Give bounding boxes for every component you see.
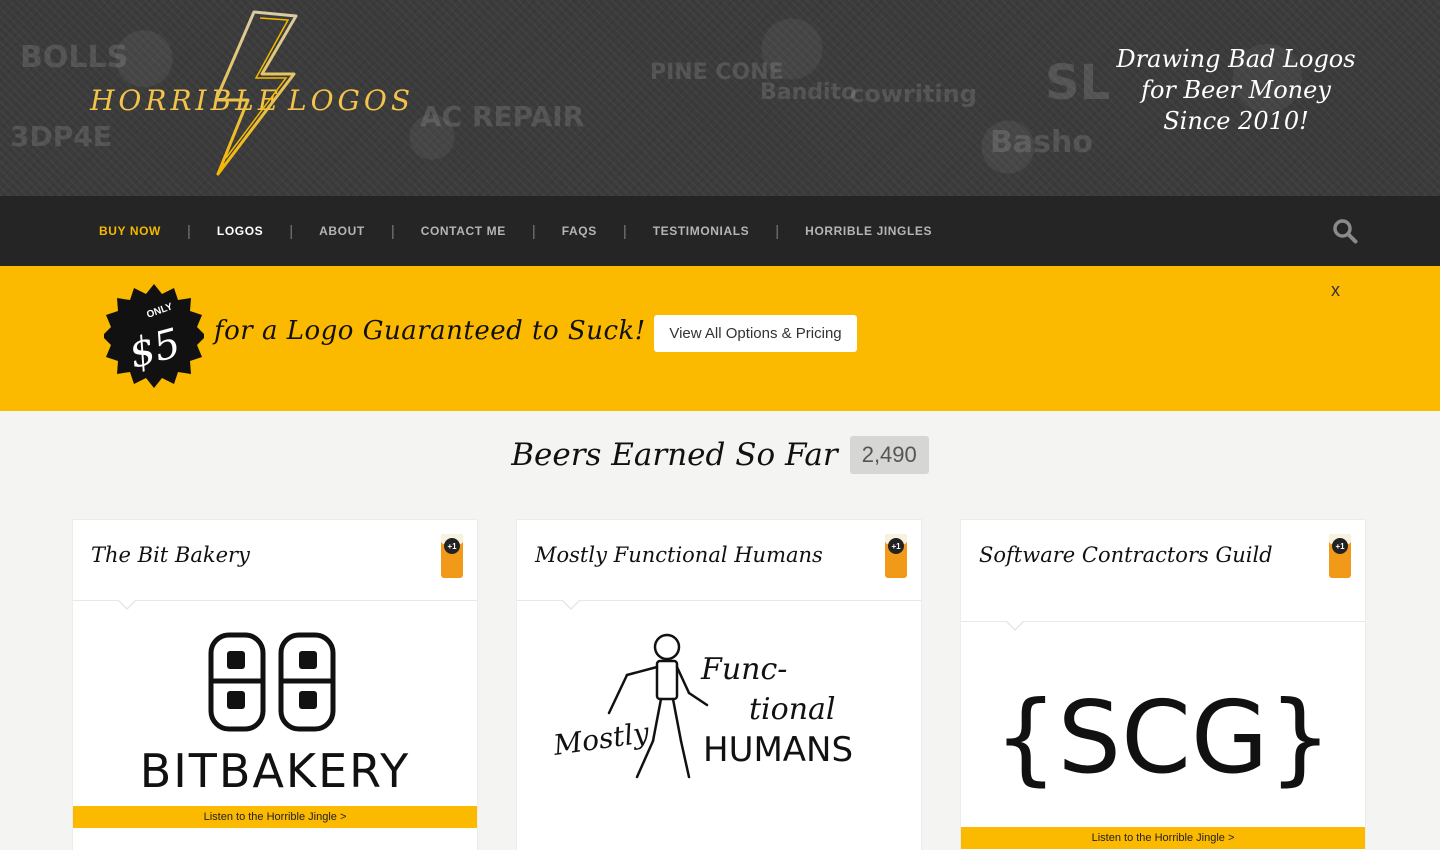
nav-divider: |: [186, 222, 191, 240]
promo-banner: ONLY $5 for a Logo Guaranteed to Suck! V…: [0, 266, 1440, 411]
card-title[interactable]: The Bit Bakery: [91, 544, 397, 566]
plus-one-label: +1: [447, 542, 457, 551]
beers-count-badge: 2,490: [849, 436, 929, 474]
art-word-mostly: Mostly: [550, 716, 652, 762]
nav-divider: |: [289, 222, 294, 240]
plus-one-label: +1: [1335, 542, 1345, 551]
nav-divider: |: [775, 222, 780, 240]
logo-card[interactable]: Software Contractors Guild +1 {SCG} List…: [961, 520, 1365, 850]
bg-doodle: Basho: [990, 125, 1093, 160]
nav-item-about[interactable]: ABOUT: [319, 224, 365, 238]
nav-divider: |: [622, 222, 627, 240]
beer-plus-one-icon[interactable]: +1: [439, 528, 465, 580]
bg-doodle: cowriting: [850, 80, 977, 108]
logo-art[interactable]: BITBAKERY: [73, 601, 477, 805]
bitbakery-logo-image: BITBAKERY: [140, 632, 411, 798]
bg-doodle: Bandito: [760, 80, 857, 105]
card-header: Mostly Functional Humans +1: [517, 520, 921, 610]
tagline-line: Since 2010!: [1163, 107, 1309, 135]
mostly-functional-humans-logo-image: Mostly Func- tional HUMANS: [550, 633, 853, 779]
nav-item-horrible-jingles[interactable]: HORRIBLE JINGLES: [805, 224, 932, 238]
view-pricing-button[interactable]: View All Options & Pricing: [654, 315, 857, 352]
art-word-functional-1: Func-: [700, 652, 787, 687]
card-header: Software Contractors Guild +1: [961, 520, 1365, 631]
price-badge-icon: ONLY $5: [104, 284, 204, 388]
plus-one-label: +1: [891, 542, 901, 551]
site-logo[interactable]: HORRIBLE LOGOS: [88, 8, 410, 183]
bitbakery-wordmark: BITBAKERY: [140, 744, 411, 798]
nav-divider: |: [390, 222, 395, 240]
listen-jingle-link[interactable]: Listen to the Horrible Jingle >: [961, 827, 1365, 849]
site-header: BOLLS 3DP4E AC REPAIR PINE CONE cowritin…: [0, 0, 1440, 196]
art-word-humans: HUMANS: [703, 730, 853, 770]
promo-text: for a Logo Guaranteed to Suck!: [214, 316, 646, 346]
logo-word-right: LOGOS: [288, 84, 415, 117]
scg-wordmark: {SCG}: [994, 679, 1332, 796]
beers-earned: Beers Earned So Far 2,490: [0, 436, 1440, 474]
beers-earned-title: Beers Earned So Far: [511, 437, 838, 473]
card-title[interactable]: Software Contractors Guild: [979, 544, 1285, 566]
beer-plus-one-icon[interactable]: +1: [1327, 528, 1353, 580]
bg-doodle: AC REPAIR: [420, 100, 585, 133]
logo-card[interactable]: Mostly Functional Humans +1 Mostly Func-…: [517, 520, 921, 850]
card-header: The Bit Bakery +1: [73, 520, 477, 610]
nav-item-testimonials[interactable]: TESTIMONIALS: [653, 224, 750, 238]
nav-item-faqs[interactable]: FAQS: [562, 224, 597, 238]
logo-card[interactable]: The Bit Bakery +1 BITBAKERY Listen to th…: [73, 520, 477, 850]
bg-doodle: SL: [1045, 55, 1111, 111]
listen-jingle-link[interactable]: Listen to the Horrible Jingle >: [73, 806, 477, 828]
logo-art[interactable]: {SCG}: [961, 622, 1365, 826]
close-banner-button[interactable]: x: [1331, 280, 1340, 301]
card-title[interactable]: Mostly Functional Humans: [535, 544, 841, 566]
logo-art[interactable]: Mostly Func- tional HUMANS: [517, 601, 921, 805]
search-icon[interactable]: [1332, 218, 1358, 244]
scg-logo-image: {SCG}: [994, 679, 1332, 796]
tagline-line: Drawing Bad Logos: [1116, 45, 1356, 73]
nav-item-contact[interactable]: CONTACT ME: [421, 224, 506, 238]
nav-item-buy-now[interactable]: BUY NOW: [99, 224, 161, 238]
nav-item-logos[interactable]: LOGOS: [217, 224, 263, 238]
beer-plus-one-icon[interactable]: +1: [883, 528, 909, 580]
art-word-functional-2: tional: [749, 692, 836, 727]
nav-divider: |: [531, 222, 536, 240]
tagline-line: for Beer Money: [1141, 76, 1331, 104]
tagline: Drawing Bad Logos for Beer Money Since 2…: [1106, 44, 1366, 137]
main-nav: BUY NOW | LOGOS | ABOUT | CONTACT ME | F…: [0, 196, 1440, 266]
